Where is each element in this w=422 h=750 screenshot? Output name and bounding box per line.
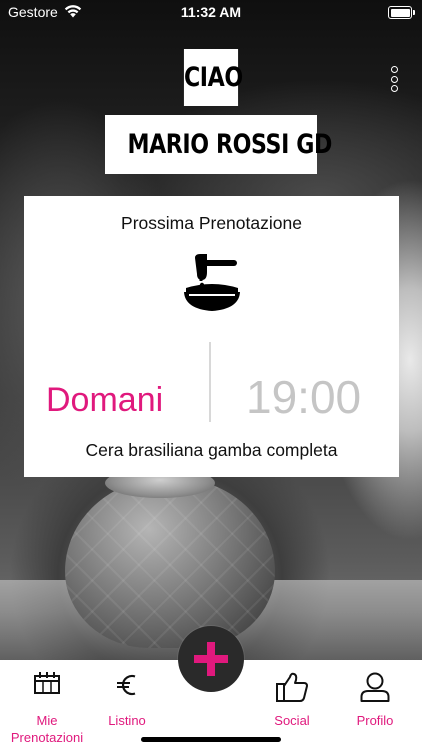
card-divider — [209, 342, 211, 422]
more-options-dot — [390, 85, 398, 92]
thumbs-up-icon — [276, 672, 308, 702]
tab-listino-label: Listino — [108, 713, 146, 728]
more-options-dot — [390, 66, 398, 73]
home-screen: Gestore 11:32 AM CIAO MARIO ROSSI GD Pro… — [0, 0, 422, 750]
greeting-hello: CIAO — [183, 49, 243, 106]
booking-day: Domani — [46, 381, 164, 419]
more-options-icon[interactable] — [384, 66, 404, 92]
booking-time: 19:00 — [246, 371, 362, 423]
home-indicator — [141, 737, 281, 742]
tab-mie-prenotazioni[interactable]: Mie Prenotazioni — [0, 660, 94, 750]
background-vase — [65, 478, 275, 648]
next-booking-title: Prossima Prenotazione — [121, 213, 302, 233]
tab-social-label: Social — [274, 713, 310, 728]
battery-icon — [388, 6, 415, 19]
greeting-hello-text: CIAO — [183, 62, 243, 93]
user-icon — [360, 672, 390, 702]
status-bar: Gestore 11:32 AM — [0, 0, 422, 24]
calendar-icon — [34, 672, 60, 694]
plus-icon — [194, 642, 228, 676]
tab-profilo[interactable]: Profilo — [336, 660, 414, 750]
euro-icon — [117, 674, 136, 696]
wax-pot-icon — [184, 254, 240, 311]
greeting-user-name-text: MARIO ROSSI GD — [127, 129, 332, 160]
tab-mie-prenotazioni-label: Mie Prenotazioni — [10, 713, 84, 745]
tab-profilo-label: Profilo — [356, 713, 394, 728]
status-clock: 11:32 AM — [180, 4, 242, 20]
more-options-dot — [390, 75, 398, 83]
add-booking-button[interactable] — [178, 626, 244, 692]
next-booking-card[interactable]: Prossima Prenotazione Domani 19:00 Cera … — [24, 196, 399, 477]
booking-service: Cera brasiliana gamba completa — [85, 440, 338, 460]
greeting-user-name: MARIO ROSSI GD — [105, 115, 332, 174]
